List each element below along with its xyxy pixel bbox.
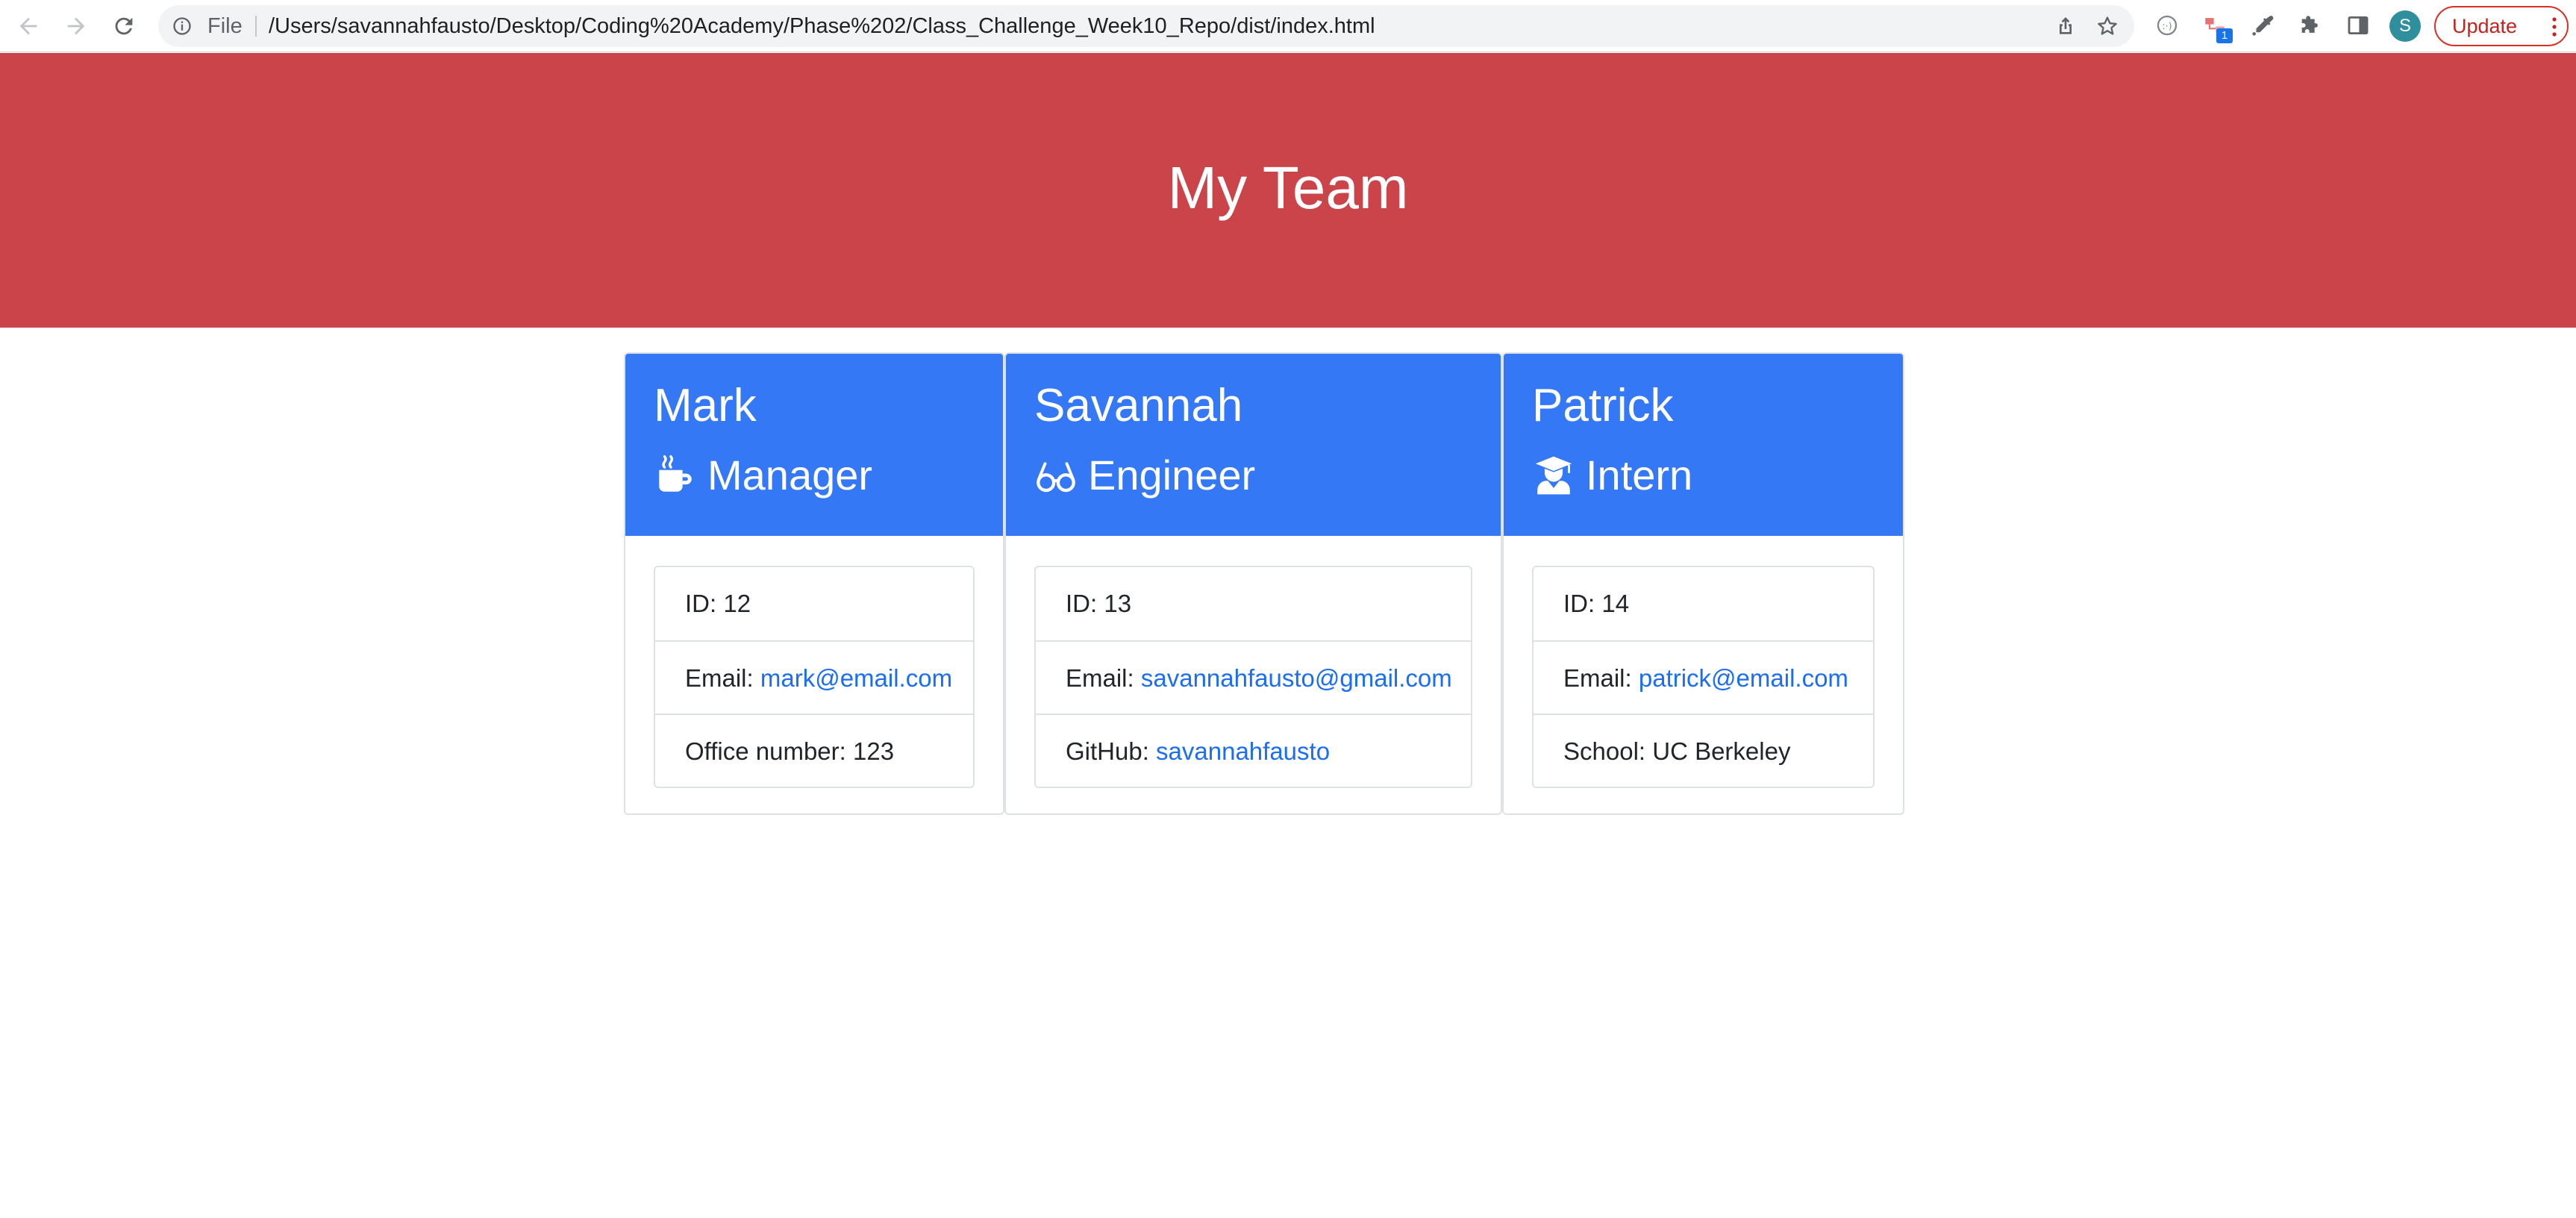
forward-button[interactable] xyxy=(58,8,94,44)
github-link[interactable]: savannahfausto xyxy=(1156,737,1330,765)
card-header: Mark Manager xyxy=(625,354,1003,536)
school: School: UC Berkeley xyxy=(1534,713,1873,787)
svg-text::·): :·) xyxy=(2162,21,2172,32)
role-label: Engineer xyxy=(1088,452,1256,499)
coffee-mug-icon xyxy=(659,455,692,492)
star-icon[interactable] xyxy=(2095,14,2119,38)
employee-name: Savannah xyxy=(1034,380,1243,431)
puzzle-icon xyxy=(2301,16,2318,33)
extension-badge: 1 xyxy=(2216,28,2233,43)
eyedropper-button[interactable] xyxy=(2248,10,2278,40)
employee-details-list: ID: 14 Email: patrick@email.com School: … xyxy=(1532,566,1875,788)
employee-role: Intern xyxy=(1532,452,1692,499)
file-scheme-label: File xyxy=(207,14,243,38)
github-label: GitHub: xyxy=(1066,737,1157,765)
extension-globe-button[interactable]: :·) xyxy=(2152,10,2182,40)
share-icon[interactable] xyxy=(2054,14,2078,38)
email-link[interactable]: savannahfausto@gmail.com xyxy=(1141,664,1452,692)
eyedropper-icon xyxy=(2252,16,2274,36)
role-label: Intern xyxy=(1586,452,1693,499)
employee-card-manager: Mark Manager ID: 12 Email: mark@email.co… xyxy=(624,352,1004,815)
employee-id: ID: 14 xyxy=(1563,590,1630,617)
github-row: GitHub: savannahfausto xyxy=(1036,713,1471,787)
email-label: Email: xyxy=(1066,664,1141,692)
employee-card-intern: Patrick Intern ID: 14 Email: patrick@ema… xyxy=(1502,352,1904,815)
profile-avatar[interactable]: S xyxy=(2389,10,2421,42)
employee-name: Patrick xyxy=(1532,380,1674,431)
employee-id: ID: 12 xyxy=(685,590,751,617)
employee-name: Mark xyxy=(654,380,757,431)
update-label: Update xyxy=(2452,14,2518,37)
employee-role: Manager xyxy=(654,452,872,499)
team-banner: My Team xyxy=(0,53,2576,328)
arrow-right-icon xyxy=(67,17,85,35)
browser-toolbar: File /Users/savannahfausto/Desktop/Codin… xyxy=(0,0,2576,52)
email-link[interactable]: patrick@email.com xyxy=(1639,664,1848,692)
reload-button[interactable] xyxy=(106,8,142,44)
extension-counter-button[interactable]: 1 xyxy=(2200,10,2233,43)
role-label: Manager xyxy=(707,452,873,499)
card-header: Patrick Intern xyxy=(1504,354,1903,536)
employee-role: Engineer xyxy=(1034,452,1255,499)
card-header: Savannah Engineer xyxy=(1006,354,1501,536)
more-vert-icon xyxy=(2552,17,2557,37)
employee-details-list: ID: 12 Email: mark@email.com Office numb… xyxy=(654,566,975,788)
email-label: Email: xyxy=(1563,664,1639,692)
employee-card-engineer: Savannah Engineer ID: 13 Email: savannah… xyxy=(1004,352,1502,815)
employee-email-row: Email: savannahfausto@gmail.com xyxy=(1036,640,1471,713)
info-icon[interactable] xyxy=(172,16,193,37)
url-text[interactable]: /Users/savannahfausto/Desktop/Coding%20A… xyxy=(269,5,1375,47)
update-button[interactable]: Update xyxy=(2434,6,2569,46)
email-link[interactable]: mark@email.com xyxy=(760,664,952,692)
back-button[interactable] xyxy=(10,8,46,44)
arrow-left-icon xyxy=(19,17,37,35)
address-bar[interactable]: File /Users/savannahfausto/Desktop/Codin… xyxy=(158,5,2134,47)
employee-id: ID: 13 xyxy=(1066,590,1132,617)
graduate-icon xyxy=(1535,456,1572,495)
reload-icon xyxy=(115,17,133,35)
address-divider xyxy=(255,16,257,37)
office-number: Office number: 123 xyxy=(655,713,973,787)
globe-icon: :·) xyxy=(2157,15,2178,36)
page-title: My Team xyxy=(1167,154,1409,221)
email-label: Email: xyxy=(685,664,760,692)
side-panel-button[interactable] xyxy=(2343,10,2373,40)
employee-details-list: ID: 13 Email: savannahfausto@gmail.com G… xyxy=(1034,566,1472,788)
glasses-icon xyxy=(1037,462,1075,493)
extensions-button[interactable] xyxy=(2295,10,2325,40)
employee-email-row: Email: patrick@email.com xyxy=(1534,640,1873,713)
side-panel-icon xyxy=(2348,16,2369,35)
employee-email-row: Email: mark@email.com xyxy=(655,640,973,713)
